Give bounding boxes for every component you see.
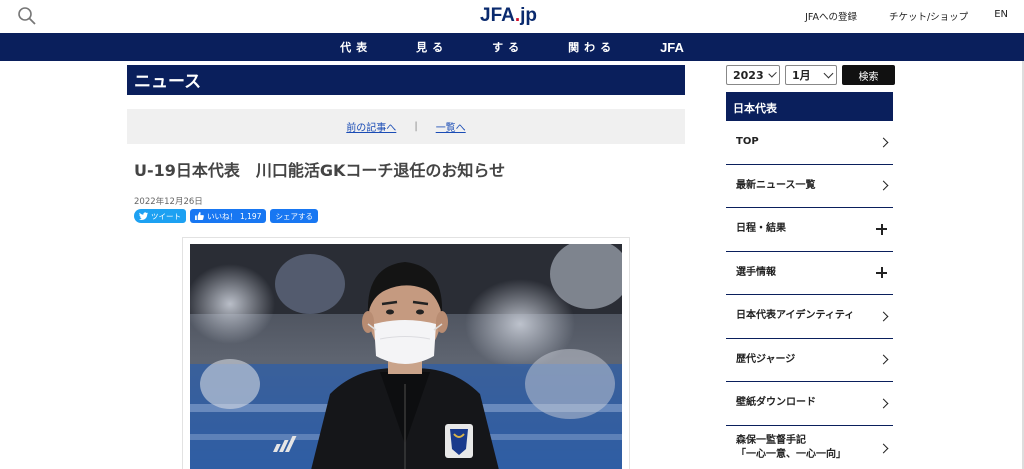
sidebar-item-manager-notes[interactable]: 森保一監督手記 「一心一意、一心一向」 xyxy=(726,426,893,469)
logo-main: JFA xyxy=(480,5,515,26)
year-select[interactable]: 2023 xyxy=(726,65,780,85)
share-label: シェアする xyxy=(275,211,313,221)
month-value: 1月 xyxy=(792,69,811,82)
share-button[interactable]: シェアする xyxy=(270,209,318,223)
chevron-right-icon xyxy=(878,180,889,191)
link-english[interactable]: EN xyxy=(994,9,1008,23)
search-icon[interactable] xyxy=(17,6,37,26)
nav-item-jfa[interactable]: JFA xyxy=(660,40,684,55)
sidebar-item-label: 選手情報 xyxy=(736,266,776,278)
article-date: 2022年12月26日 xyxy=(134,197,203,207)
prev-article-link[interactable]: 前の記事へ xyxy=(346,119,396,134)
link-registration[interactable]: JFAへの登録 xyxy=(805,9,857,23)
like-count: 1,197 xyxy=(240,211,262,221)
tweet-label: ツイート xyxy=(151,211,181,221)
chevron-right-icon xyxy=(878,398,889,409)
jfa-logo[interactable]: JFA.jp xyxy=(480,5,537,27)
sidebar-item-label: 歴代ジャージ xyxy=(736,353,796,365)
chevron-right-icon xyxy=(878,354,889,365)
nav-item-daihyo[interactable]: 代表 xyxy=(340,39,372,55)
chevron-right-icon xyxy=(878,137,889,148)
archive-search-button[interactable]: 検索 xyxy=(842,65,895,85)
tweet-button[interactable]: ツイート xyxy=(134,209,186,223)
like-label: いいね！ xyxy=(207,211,237,221)
twitter-bird-icon xyxy=(139,212,148,220)
article-title: U-19日本代表 川口能活GKコーチ退任のお知らせ xyxy=(134,161,506,180)
top-bar: JFA.jp JFAへの登録 チケット/ショップ EN xyxy=(0,0,1024,33)
article-photo xyxy=(190,244,622,469)
link-ticket-shop[interactable]: チケット/ショップ xyxy=(889,9,968,23)
manager-notes-line2: 「一心一意、一心一向」 xyxy=(736,449,846,460)
nav-item-kakawaru[interactable]: 関わる xyxy=(568,39,616,55)
section-title: ニュース xyxy=(127,65,685,95)
sidebar-item-latest-news[interactable]: 最新ニュース一覧 xyxy=(726,165,893,208)
nav-item-suru[interactable]: する xyxy=(492,39,524,55)
chevron-down-icon xyxy=(767,68,777,78)
logo-suffix: jp xyxy=(520,5,538,26)
like-button[interactable]: いいね！ 1,197 xyxy=(190,209,267,223)
plus-icon xyxy=(876,267,887,279)
chevron-down-icon xyxy=(823,68,834,78)
chevron-right-icon xyxy=(878,311,889,322)
sidebar-item-top[interactable]: TOP xyxy=(726,121,893,165)
sidebar-item-jerseys[interactable]: 歴代ジャージ xyxy=(726,339,893,382)
sidebar-item-label: TOP xyxy=(736,136,759,148)
year-value: 2023 xyxy=(733,68,764,82)
top-links: JFAへの登録 チケット/ショップ EN xyxy=(773,9,1008,23)
sidebar-item-label: 日程・結果 xyxy=(736,223,786,235)
nav-item-miru[interactable]: 見る xyxy=(416,39,448,55)
coach-photo-image xyxy=(190,244,622,469)
pager-separator: | xyxy=(414,121,418,132)
sidebar-heading: 日本代表 xyxy=(726,92,893,121)
sidebar-item-label: 日本代表アイデンティティ xyxy=(736,310,855,322)
social-buttons: ツイート いいね！ 1,197 シェアする xyxy=(134,209,318,223)
manager-notes-line1: 森保一監督手記 xyxy=(736,435,806,446)
sidebar-item-identity[interactable]: 日本代表アイデンティティ xyxy=(726,295,893,339)
thumbs-up-icon xyxy=(195,212,204,220)
sidebar-item-schedule-results[interactable]: 日程・結果 xyxy=(726,208,893,252)
sidebar-item-label: 最新ニュース一覧 xyxy=(736,179,816,191)
article-list-link[interactable]: 一覧へ xyxy=(436,119,466,134)
article-pager: 前の記事へ | 一覧へ xyxy=(127,109,685,144)
main-nav: 代表 見る する 関わる JFA xyxy=(0,33,1024,61)
sidebar-menu: TOP 最新ニュース一覧 日程・結果 選手情報 日本代表アイデンティティ 歴代ジ… xyxy=(726,121,893,469)
sidebar-item-wallpaper[interactable]: 壁紙ダウンロード xyxy=(726,382,893,426)
plus-icon xyxy=(876,223,887,235)
archive-filters: 2023 1月 検索 xyxy=(726,65,895,85)
sidebar-item-label: 森保一監督手記 「一心一意、一心一向」 xyxy=(736,434,846,462)
chevron-right-icon xyxy=(878,443,889,453)
sidebar-item-label: 壁紙ダウンロード xyxy=(736,397,816,409)
month-select[interactable]: 1月 xyxy=(785,65,837,85)
sidebar-item-players[interactable]: 選手情報 xyxy=(726,252,893,295)
